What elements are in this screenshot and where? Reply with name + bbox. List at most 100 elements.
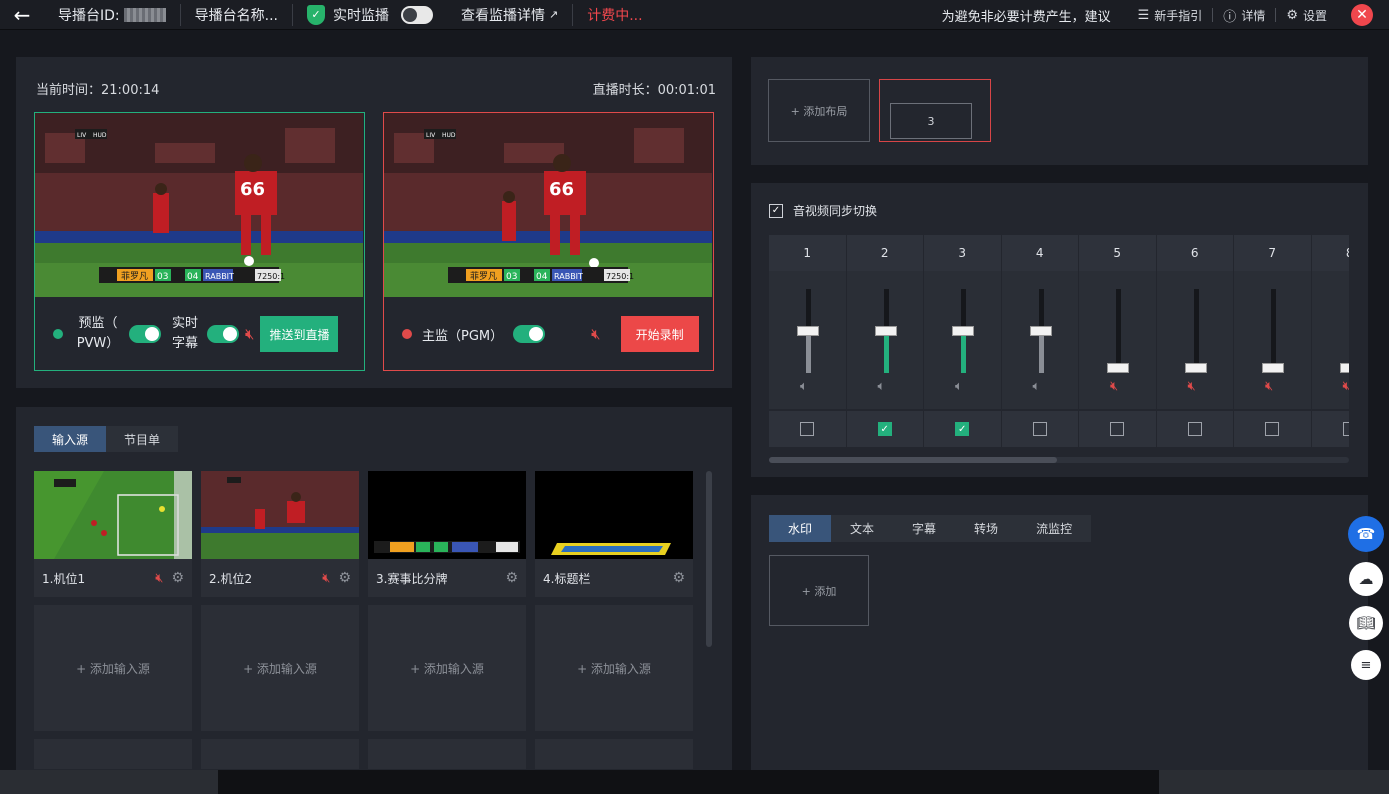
status-dot bbox=[402, 329, 412, 339]
back-button[interactable]: ← bbox=[0, 0, 44, 30]
add-input-source-button[interactable]: + 添加输入源 bbox=[201, 605, 359, 731]
source-footer: 2.机位2 🔇︎ ⚙ bbox=[201, 559, 359, 597]
volume-fader-knob[interactable] bbox=[1107, 363, 1129, 373]
muted-speaker-icon[interactable]: 🔇︎ bbox=[1265, 379, 1273, 394]
start-recording-button[interactable]: 开始录制 bbox=[620, 316, 699, 352]
volume-fader-track[interactable] bbox=[1271, 289, 1276, 373]
speaker-icon[interactable]: 🔈︎ bbox=[800, 379, 808, 394]
tab-subtitle[interactable]: 字幕 bbox=[893, 515, 956, 542]
speaker-icon[interactable]: 🔈︎ bbox=[1033, 379, 1041, 394]
score-home: 03 bbox=[157, 272, 168, 282]
muted-speaker-icon[interactable]: 🔇︎ bbox=[1188, 379, 1196, 394]
mute-icon[interactable]: 🔇︎ bbox=[591, 325, 600, 343]
subtitle-toggle[interactable] bbox=[207, 325, 239, 343]
source-thumbnail bbox=[34, 471, 192, 559]
scrollbar-thumb[interactable] bbox=[769, 457, 1057, 463]
add-input-source-placeholder[interactable] bbox=[34, 739, 192, 769]
player-number: 66 bbox=[549, 179, 574, 200]
bottom-scrollbar[interactable] bbox=[0, 770, 1389, 794]
channel-checkbox[interactable] bbox=[1187, 422, 1202, 436]
av-sync-option[interactable]: ✓ 音视频同步切换 bbox=[769, 202, 877, 219]
details-link[interactable]: ⓘ 详情 bbox=[1213, 6, 1275, 25]
cloud-upload-button[interactable]: ☁ bbox=[1349, 562, 1383, 596]
channel-fader-area: 🔇︎ bbox=[1311, 271, 1350, 409]
channel-checkbox[interactable]: ✓ bbox=[955, 422, 970, 436]
scrollbar-segment[interactable] bbox=[0, 770, 218, 794]
channel-checkbox[interactable] bbox=[1342, 422, 1349, 436]
gear-icon[interactable]: ⚙ bbox=[338, 570, 351, 586]
gear-icon[interactable]: ⚙ bbox=[672, 570, 685, 586]
status-dot bbox=[53, 329, 63, 339]
view-monitor-details-link[interactable]: 查看监播详情 ↗ bbox=[447, 0, 572, 30]
volume-fader-knob[interactable] bbox=[874, 326, 897, 336]
info-icon: ⓘ bbox=[1223, 9, 1237, 25]
volume-fader-knob[interactable] bbox=[952, 326, 974, 336]
horizontal-scrollbar[interactable] bbox=[769, 457, 1349, 463]
channel-checkbox[interactable] bbox=[800, 422, 815, 436]
source-card[interactable]: 1.机位1 🔇︎ ⚙ bbox=[34, 471, 192, 597]
add-input-source-button[interactable]: + 添加输入源 bbox=[34, 605, 192, 731]
arrow-left-icon: ← bbox=[13, 2, 31, 27]
channel-checkbox[interactable] bbox=[1265, 422, 1280, 436]
add-input-source-placeholder[interactable] bbox=[368, 739, 526, 769]
mute-icon[interactable]: 🔇︎ bbox=[155, 571, 163, 586]
source-card[interactable]: 2.机位2 🔇︎ ⚙ bbox=[201, 471, 359, 597]
add-input-source-button[interactable]: + 添加输入源 bbox=[535, 605, 693, 731]
channel-checkbox[interactable] bbox=[1110, 422, 1125, 436]
speaker-icon[interactable]: 🔈︎ bbox=[955, 379, 963, 394]
volume-fader-knob[interactable] bbox=[1262, 363, 1284, 373]
layout-item-selected[interactable]: 3 bbox=[879, 79, 991, 142]
program-video[interactable]: 66 菲罗凡 03 04 RABBIT 7250:1 LIV HUD bbox=[384, 113, 712, 297]
pgm-toggle[interactable] bbox=[513, 325, 546, 343]
documentation-button[interactable]: 📖︎ bbox=[1349, 606, 1383, 640]
volume-fader-knob[interactable] bbox=[1184, 363, 1207, 373]
muted-speaker-icon[interactable]: 🔇︎ bbox=[1343, 379, 1350, 394]
live-monitor-toggle[interactable] bbox=[401, 5, 433, 24]
channel-fader-area: 🔇︎ bbox=[1234, 271, 1311, 409]
gear-icon[interactable]: ⚙ bbox=[505, 570, 518, 586]
tab-stream-monitor[interactable]: 流监控 bbox=[1017, 515, 1092, 542]
add-layout-button[interactable]: + 添加布局 bbox=[768, 79, 870, 142]
mute-icon[interactable]: 🔇︎ bbox=[245, 325, 254, 343]
channel-checkbox[interactable] bbox=[1032, 422, 1047, 436]
tab-program-list[interactable]: 节目单 bbox=[106, 426, 179, 452]
volume-fader-track[interactable] bbox=[1193, 289, 1199, 373]
guide-link[interactable]: ☰ 新手指引 bbox=[1128, 7, 1213, 24]
add-input-source-placeholder[interactable] bbox=[535, 739, 693, 769]
muted-speaker-icon[interactable]: 🔇︎ bbox=[1110, 379, 1118, 394]
volume-fader-knob[interactable] bbox=[1339, 363, 1349, 373]
list-button[interactable]: ≡ bbox=[1351, 650, 1381, 680]
tab-input-sources[interactable]: 输入源 bbox=[34, 426, 107, 452]
volume-fader-knob[interactable] bbox=[797, 326, 819, 336]
pvw-toggle[interactable] bbox=[129, 325, 161, 343]
mute-icon[interactable]: 🔇︎ bbox=[322, 571, 330, 586]
volume-fader-track[interactable] bbox=[1116, 289, 1121, 373]
customer-service-button[interactable]: ☎ bbox=[1348, 516, 1384, 552]
speaker-icon[interactable]: 🔈︎ bbox=[878, 379, 886, 394]
gear-icon[interactable]: ⚙ bbox=[171, 570, 184, 586]
volume-fader-fill bbox=[961, 331, 966, 373]
scrollbar-segment[interactable] bbox=[1159, 770, 1389, 794]
vertical-scrollbar[interactable] bbox=[706, 471, 712, 647]
settings-link[interactable]: ⚙ 设置 bbox=[1276, 7, 1337, 24]
source-card[interactable]: 3.赛事比分牌 ⚙ bbox=[368, 471, 526, 597]
source-card[interactable]: 4.标题栏 ⚙ bbox=[535, 471, 693, 597]
source-footer: 4.标题栏 ⚙ bbox=[535, 559, 693, 597]
close-button[interactable]: ✕ bbox=[1351, 4, 1373, 26]
time-row: 当前时间：21:00:14 直播时长：00:01:01 bbox=[36, 79, 716, 98]
add-input-source-placeholder[interactable] bbox=[201, 739, 359, 769]
preview-video[interactable]: 66 菲罗凡 03 04 RABBIT 7250:1 LIV HUD bbox=[35, 113, 363, 297]
push-to-live-button[interactable]: 推送到直播 bbox=[260, 316, 339, 352]
channel-checkbox[interactable]: ✓ bbox=[877, 422, 892, 436]
volume-fader-track[interactable] bbox=[1348, 289, 1349, 373]
channel-number: 8 bbox=[1311, 235, 1349, 271]
volume-fader-fill bbox=[1038, 331, 1044, 373]
tab-transition[interactable]: 转场 bbox=[955, 515, 1018, 542]
av-sync-checkbox[interactable]: ✓ bbox=[769, 203, 783, 218]
tab-watermark[interactable]: 水印 bbox=[769, 515, 832, 542]
add-input-source-button[interactable]: + 添加输入源 bbox=[368, 605, 526, 731]
volume-fader-knob[interactable] bbox=[1029, 326, 1052, 336]
av-sync-label: 音视频同步切换 bbox=[793, 204, 878, 218]
add-watermark-button[interactable]: + 添加 bbox=[769, 555, 869, 626]
tab-text[interactable]: 文本 bbox=[831, 515, 894, 542]
